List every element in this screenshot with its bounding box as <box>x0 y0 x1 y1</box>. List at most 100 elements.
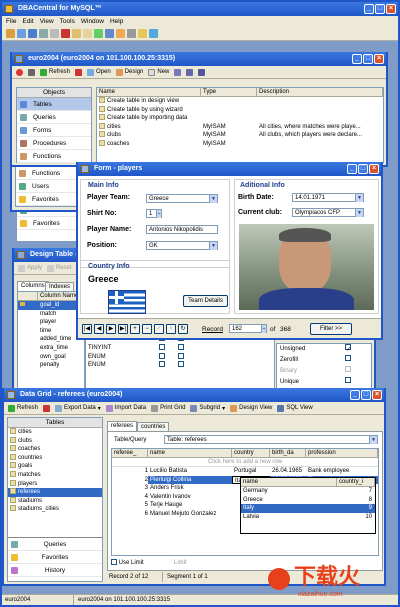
nav-item-tables[interactable]: Tables <box>17 98 91 111</box>
chevron-down-icon[interactable]: ▼ <box>355 194 363 202</box>
use-limit-checkbox[interactable] <box>111 559 117 565</box>
table-row[interactable]: 1 Lucilio Batista Portugal 26.04.1965 Bank e… <box>112 467 378 476</box>
table-row[interactable]: player <box>18 318 84 327</box>
nav-item-favorites[interactable]: Favorites <box>8 551 102 564</box>
sql-view-button[interactable]: SQL View <box>277 404 313 412</box>
post-record-button[interactable]: ✓ <box>154 324 164 334</box>
chevron-down-icon[interactable]: ▼ <box>355 209 363 217</box>
apply-button[interactable]: Apply <box>18 264 42 272</box>
checkbox[interactable] <box>178 361 184 368</box>
import-data-button[interactable]: Import Data <box>105 404 146 412</box>
cell-birth[interactable]: 26.04.1965 <box>270 467 306 476</box>
chevron-down-icon[interactable]: ▼ <box>209 195 217 203</box>
maximize-button[interactable]: □ <box>358 164 368 174</box>
minimize-button[interactable]: _ <box>364 4 374 14</box>
cell-name[interactable]: Pierluigi Collina <box>148 475 232 485</box>
cell-id[interactable]: 2 <box>112 476 148 485</box>
prev-record-button[interactable]: ◀ <box>94 324 104 334</box>
column-header[interactable]: name <box>241 478 337 486</box>
nav-item-queries[interactable]: Queries <box>17 111 91 124</box>
table-row[interactable]: extra_time <box>18 344 84 353</box>
view-list-icon[interactable] <box>186 68 194 76</box>
checkbox[interactable] <box>159 361 165 368</box>
tab-countries[interactable]: countries <box>137 422 170 431</box>
list-item[interactable]: cities MyISAM All cities, where matches we… <box>97 122 383 132</box>
view-details-icon[interactable] <box>198 68 206 76</box>
refresh-record-button[interactable]: ↻ <box>178 324 188 334</box>
cell-id[interactable]: 5 <box>112 501 148 510</box>
menu-file[interactable]: File <box>6 16 16 27</box>
close-button[interactable]: × <box>374 54 384 64</box>
minimize-button[interactable]: _ <box>347 164 357 174</box>
table-icon[interactable] <box>105 29 114 38</box>
open-icon[interactable] <box>17 29 26 38</box>
list-item[interactable]: stadiums_cities <box>8 505 102 514</box>
checkbox[interactable] <box>178 343 184 350</box>
paste-icon[interactable] <box>83 29 92 38</box>
view-icon[interactable] <box>174 68 182 76</box>
column-header[interactable]: country_i <box>337 478 375 486</box>
column-header[interactable]: referee_ <box>112 449 148 457</box>
nav-item-history[interactable]: History <box>8 564 102 577</box>
reset-button[interactable]: Reset <box>47 264 72 272</box>
team-details-button[interactable]: Team Details <box>183 295 228 307</box>
design-button[interactable]: Design <box>115 68 143 76</box>
position-select[interactable]: GK ▼ <box>146 241 218 250</box>
maximize-button[interactable]: □ <box>375 4 385 14</box>
list-item[interactable]: matches <box>8 470 102 480</box>
nav-item-forms[interactable]: Forms <box>17 124 91 137</box>
cell-id[interactable]: 6 <box>112 510 148 519</box>
list-item[interactable]: coaches MyISAM <box>97 139 383 149</box>
zerofill-checkbox[interactable] <box>345 355 351 361</box>
dropdown-option[interactable]: Greece 8 <box>241 496 375 505</box>
column-header[interactable]: birth_da <box>270 449 306 457</box>
cell-name[interactable]: Manuel Mejuto Gonzalez <box>148 510 232 519</box>
list-item[interactable]: players <box>8 479 102 489</box>
current-club-select[interactable]: Olympiacos CFP ▼ <box>292 208 364 217</box>
menu-view[interactable]: View <box>40 16 54 27</box>
menu-tools[interactable]: Tools <box>60 16 75 27</box>
column-header[interactable]: profession <box>306 449 378 457</box>
last-record-button[interactable]: ▶| <box>118 324 128 334</box>
print-grid-button[interactable]: Print Grid <box>151 404 185 412</box>
chevron-down-icon[interactable]: ▼ <box>369 436 377 444</box>
cell-id[interactable]: 4 <box>112 493 148 502</box>
save-icon[interactable] <box>28 29 37 38</box>
table-row[interactable]: goal_id <box>18 301 84 310</box>
close-button[interactable]: × <box>372 390 382 400</box>
close-button[interactable]: × <box>386 4 396 14</box>
cut-icon[interactable] <box>61 29 70 38</box>
dropdown-option[interactable]: Latvia 10 <box>241 513 375 522</box>
tab-columns[interactable]: Columns <box>17 281 49 291</box>
table-query-select[interactable]: Table: referees ▼ <box>164 435 378 444</box>
refresh-button[interactable]: Refresh <box>40 68 70 76</box>
cell-id[interactable]: 1 <box>112 467 148 476</box>
maximize-button[interactable]: □ <box>363 54 373 64</box>
table-row[interactable]: added_time <box>18 335 84 344</box>
player-team-select[interactable]: Greece ▼ <box>146 194 218 203</box>
table-row[interactable]: TINYINT <box>86 343 274 353</box>
cell-profession[interactable]: Bank employee <box>306 467 378 476</box>
help-icon[interactable] <box>149 29 158 38</box>
delete-record-button[interactable]: − <box>142 324 152 334</box>
preview-icon[interactable] <box>50 29 59 38</box>
filter-button[interactable]: Filter >> <box>310 323 352 335</box>
cell-name[interactable]: Lucilio Batista <box>148 467 232 476</box>
column-header[interactable]: Description <box>257 88 383 96</box>
menu-edit[interactable]: Edit <box>22 16 33 27</box>
column-header[interactable]: Name <box>97 88 201 96</box>
nav-item-queries[interactable]: Queries <box>8 538 102 551</box>
menu-window[interactable]: Window <box>81 16 104 27</box>
execute-icon[interactable] <box>94 29 103 38</box>
list-item[interactable]: Create table in design view <box>97 97 383 106</box>
query-icon[interactable] <box>116 29 125 38</box>
export-data-button[interactable]: Export Data ▾ <box>55 404 101 412</box>
list-item[interactable]: stadiums <box>8 496 102 506</box>
record-field[interactable]: 162 ÷ <box>229 324 267 333</box>
player-name-field[interactable]: Antonios Nikopolidis <box>146 225 218 234</box>
next-record-button[interactable]: ▶ <box>106 324 116 334</box>
nav-item-procedures[interactable]: Procedures <box>17 137 91 150</box>
checkbox[interactable] <box>159 352 165 359</box>
open-button[interactable]: Open <box>87 68 111 76</box>
cell-id[interactable]: 3 <box>112 484 148 493</box>
